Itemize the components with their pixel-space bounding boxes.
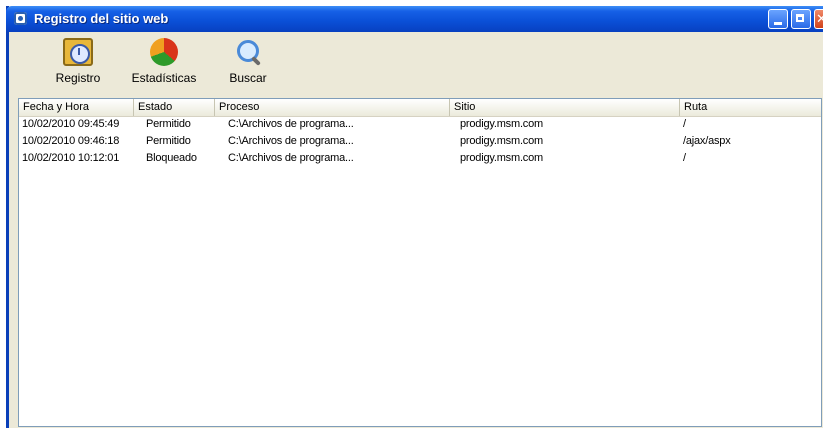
title-bar[interactable]: Registro del sitio web: [6, 6, 823, 32]
magnifier-icon: [233, 38, 263, 66]
search-label: Buscar: [229, 71, 267, 85]
minimize-button[interactable]: [768, 9, 788, 29]
cell-estado: Permitido: [146, 135, 191, 147]
cell-sitio: prodigy.msm.com: [460, 152, 543, 164]
search-button[interactable]: Buscar: [218, 38, 278, 85]
cell-proceso: C:\Archivos de programa...: [228, 152, 354, 164]
table-row[interactable]: 10/02/2010 10:12:01 Bloqueado C:\Archivo…: [19, 151, 821, 166]
cell-ruta: /: [683, 152, 686, 164]
statistics-label: Estadísticas: [131, 71, 197, 85]
cell-estado: Bloqueado: [146, 152, 197, 164]
column-header-ruta[interactable]: Ruta: [680, 99, 821, 116]
window-title: Registro del sitio web: [34, 11, 169, 26]
pie-chart-icon: [150, 38, 178, 66]
list-header: Fecha y Hora Estado Proceso Sitio Ruta: [19, 99, 821, 117]
column-header-estado[interactable]: Estado: [134, 99, 215, 116]
cell-proceso: C:\Archivos de programa...: [228, 118, 354, 130]
cell-estado: Permitido: [146, 118, 191, 130]
cell-sitio: prodigy.msm.com: [460, 118, 543, 130]
registro-button[interactable]: Registro: [43, 38, 113, 85]
maximize-button[interactable]: [791, 9, 811, 29]
main-window: Registro del sitio web Registro Estadíst…: [6, 6, 823, 428]
column-header-fecha[interactable]: Fecha y Hora: [19, 99, 134, 116]
table-row[interactable]: 10/02/2010 09:45:49 Permitido C:\Archivo…: [19, 117, 821, 132]
column-header-proceso[interactable]: Proceso: [215, 99, 450, 116]
log-list[interactable]: Fecha y Hora Estado Proceso Sitio Ruta 1…: [18, 98, 822, 427]
cell-ruta: /: [683, 118, 686, 130]
cell-proceso: C:\Archivos de programa...: [228, 135, 354, 147]
registro-label: Registro: [55, 71, 101, 85]
cell-sitio: prodigy.msm.com: [460, 135, 543, 147]
log-clock-icon: [63, 38, 93, 66]
cell-fecha: 10/02/2010 09:46:18: [22, 135, 120, 147]
close-button[interactable]: [814, 9, 823, 29]
app-icon: [14, 12, 27, 25]
table-row[interactable]: 10/02/2010 09:46:18 Permitido C:\Archivo…: [19, 134, 821, 149]
column-header-sitio[interactable]: Sitio: [450, 99, 680, 116]
statistics-button[interactable]: Estadísticas: [122, 38, 206, 85]
toolbar: Registro Estadísticas Buscar: [9, 32, 823, 96]
cell-fecha: 10/02/2010 10:12:01: [22, 152, 120, 164]
cell-fecha: 10/02/2010 09:45:49: [22, 118, 120, 130]
cell-ruta: /ajax/aspx: [683, 135, 731, 147]
